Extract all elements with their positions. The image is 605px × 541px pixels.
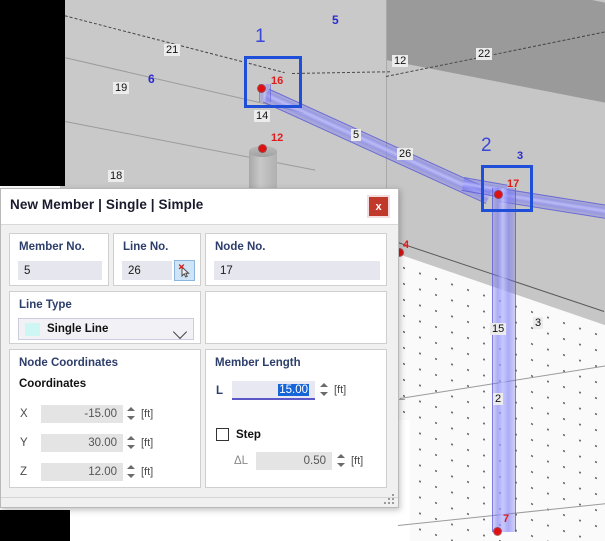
footer-separator [1,497,398,498]
dialog-title-bar[interactable]: New Member | Single | Simple x [1,189,398,225]
group-member-length-label: Member Length [215,357,301,369]
coord-y-field[interactable]: 30.00 [41,434,123,452]
group-node-coordinates-label: Node Coordinates [19,357,119,369]
coord-z-stepper[interactable] [126,464,135,479]
resize-grip-icon[interactable] [384,494,395,505]
viewport-mask-bottom-left [0,510,70,541]
group-member-no-label: Member No. [19,241,85,253]
coord-y-stepper[interactable] [126,435,135,450]
close-icon[interactable]: x [367,195,390,218]
length-unit: [ft] [334,384,347,396]
node-no-field[interactable]: 17 [214,261,380,280]
coordinates-subtitle: Coordinates [19,378,87,390]
member-label-21: 21 [164,44,181,56]
line-type-value: Single Line [47,323,109,335]
coord-y-label: Y [20,437,28,449]
coord-x-stepper[interactable] [126,406,135,421]
coord-x-unit: [ft] [141,408,154,420]
group-member-length: Member Length L 15.00 [ft] Step ΔL 0.50 … [205,349,387,488]
member-label-18: 18 [108,170,125,182]
length-value: 15.00 [278,383,309,396]
coord-z-field[interactable]: 12.00 [41,463,123,481]
group-node-no-label: Node No. [215,241,266,253]
member-label-15: 15 [490,323,507,335]
member-label-19: 19 [113,82,130,94]
step-label: Step [236,429,261,441]
app-root: 21 19 18 14 5 26 12 22 15 3 2 16 12 17 4… [0,0,605,541]
surface-label-2: 2 [481,135,492,156]
group-line-type: Line Type Single Line [9,291,201,344]
member-label-5-beam: 5 [351,129,362,141]
node-label-12: 12 [271,132,284,144]
coord-x-field[interactable]: -15.00 [41,405,123,423]
node-label-4: 4 [403,239,410,251]
dialog-title: New Member | Single | Simple [10,197,204,212]
delta-length-field[interactable]: 0.50 [256,452,332,470]
line-no-field[interactable]: 26 [122,261,172,280]
surface-label-1: 1 [255,26,266,47]
group-line-type-label: Line Type [19,299,72,311]
line-type-select[interactable]: Single Line [18,318,194,340]
step-checkbox[interactable] [216,428,229,441]
delta-length-stepper[interactable] [336,453,345,468]
group-node-coordinates: Node Coordinates Coordinates X -15.00 [f… [9,349,201,488]
viewport-mask-top-left [0,0,65,186]
length-stepper[interactable] [319,382,328,397]
group-line-no-label: Line No. [123,241,169,253]
line-type-color-swatch [25,322,40,336]
coord-z-label: Z [20,466,28,478]
member-label-22: 22 [476,48,493,60]
member-label-3-beam: 3 [533,317,544,329]
member-label-14: 14 [254,110,271,122]
surface-label-6: 6 [148,72,155,86]
group-empty-right [205,291,387,344]
dialog-body: Member No. 5 Line No. 26 Node No. 17 Lin… [1,225,398,507]
new-member-dialog[interactable]: New Member | Single | Simple x Member No… [0,188,399,508]
coord-x-label: X [20,408,28,420]
node-label-16: 16 [271,75,284,87]
length-field[interactable]: 15.00 [232,381,315,400]
member-column-2[interactable] [492,188,516,532]
node-label-17: 17 [507,178,520,190]
group-node-no: Node No. 17 [205,233,387,286]
length-label: L [216,385,224,397]
delta-length-unit: [ft] [351,455,364,467]
pick-cursor-glyph [178,263,190,278]
surface-label-5: 5 [332,13,339,27]
member-no-field[interactable]: 5 [18,261,102,280]
node-marker-12[interactable] [259,145,266,152]
delta-length-label: ΔL [234,455,249,467]
surface-label-3: 3 [517,150,524,162]
coord-y-unit: [ft] [141,437,154,449]
pick-cursor-icon[interactable] [174,260,195,281]
member-label-2-col: 2 [493,393,504,405]
group-line-no: Line No. 26 [113,233,201,286]
node-label-7: 7 [503,513,510,525]
member-label-26-beam: 26 [397,148,414,160]
coord-z-unit: [ft] [141,466,154,478]
chevron-down-icon[interactable] [172,324,188,340]
member-label-12-top: 12 [392,55,409,67]
group-member-no: Member No. 5 [9,233,109,286]
node-marker-7[interactable] [494,528,501,535]
